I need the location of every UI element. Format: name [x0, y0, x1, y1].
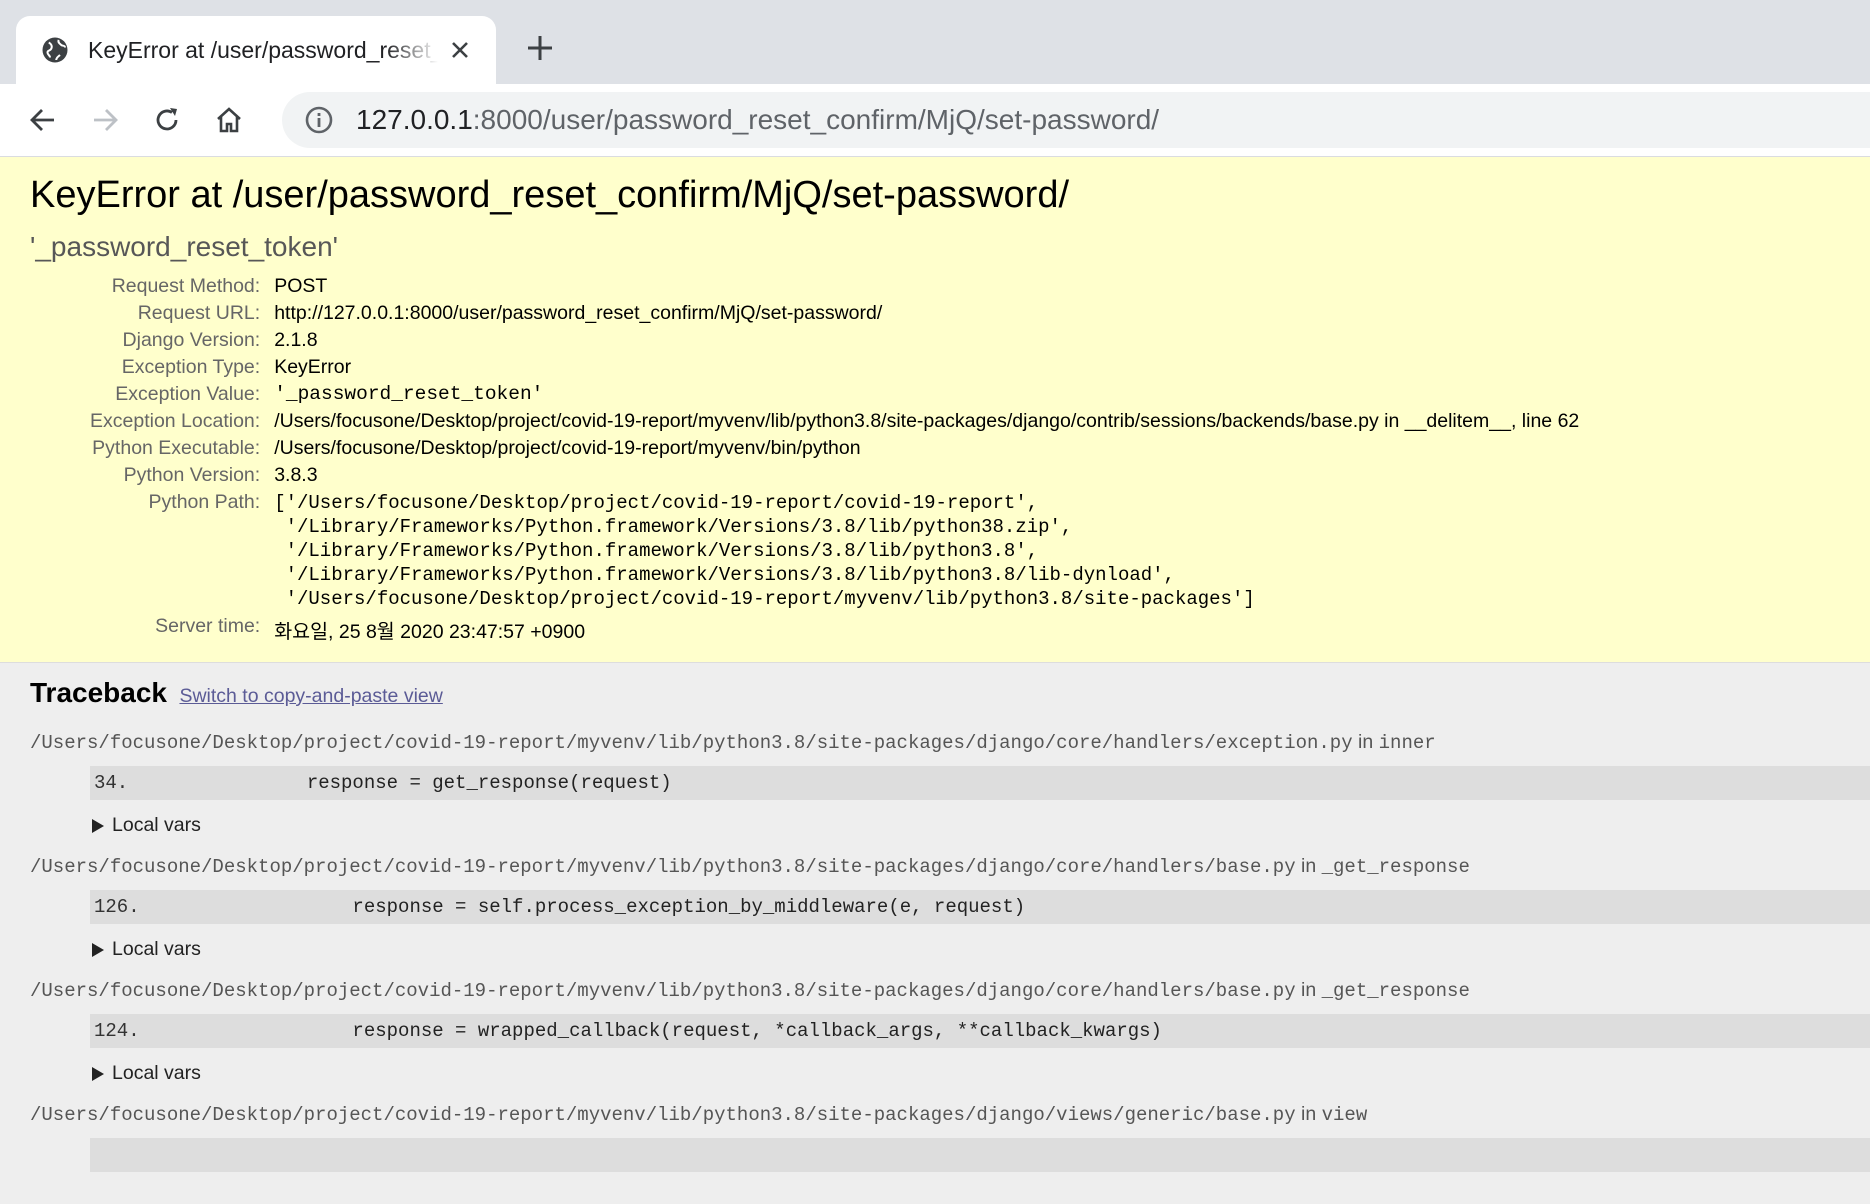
frame-file-path: /Users/focusone/Desktop/project/covid-19… [30, 856, 1296, 878]
meta-label: Python Executable: [92, 437, 261, 459]
switch-to-copy-paste-link[interactable]: Switch to copy-and-paste view [179, 685, 442, 707]
frame-function: _get_response [1321, 856, 1470, 878]
meta-value: ['/Users/focusone/Desktop/project/covid-… [274, 489, 1579, 613]
meta-value: POST [274, 275, 328, 297]
traceback-section: Traceback Switch to copy-and-paste view … [0, 663, 1870, 1204]
python-path-entry: ['/Users/focusone/Desktop/project/covid-… [274, 492, 1039, 514]
browser-toolbar: 127.0.0.1:8000/user/password_reset_confi… [0, 84, 1870, 157]
python-path-entry: '/Library/Frameworks/Python.framework/Ve… [274, 540, 1039, 562]
python-path-entry: '/Users/focusone/Desktop/project/covid-1… [274, 588, 1255, 610]
context-line[interactable]: 34. response = get_response(request) [90, 766, 1870, 800]
meta-label: Django Version: [122, 329, 261, 351]
meta-value: 2.1.8 [274, 329, 318, 351]
frame-list: /Users/focusone/Desktop/project/covid-19… [30, 731, 1870, 1172]
meta-row: Request URL: http://127.0.0.1:8000/user/p… [90, 300, 1579, 327]
python-path-entry: '/Library/Frameworks/Python.framework/Ve… [274, 516, 1073, 538]
meta-row: Exception Location: /Users/focusone/Deskt… [90, 408, 1579, 435]
browser-tab[interactable]: KeyError at /user/password_reset_confirm… [16, 16, 496, 84]
meta-label: Exception Location: [90, 410, 261, 432]
meta-row: Server time: 화요일, 25 8월 2020 23:47:57 +09… [90, 613, 1579, 646]
local-vars-toggle[interactable]: Local vars [92, 1062, 1840, 1085]
frame-file-path: /Users/focusone/Desktop/project/covid-19… [30, 732, 1353, 754]
meta-value: /Users/focusone/Desktop/project/covid-19… [274, 437, 861, 459]
frame-in-word: in [1352, 731, 1379, 753]
meta-row: Python Executable: /Users/focusone/Deskto… [90, 435, 1579, 462]
meta-row: Exception Type: KeyError [90, 354, 1579, 381]
context-line[interactable] [90, 1138, 1870, 1172]
info-icon[interactable] [304, 105, 334, 135]
code-text: response = get_response(request) [170, 772, 672, 794]
url-host: 127.0.0.1 [356, 104, 473, 135]
frame-location: /Users/focusone/Desktop/project/covid-19… [30, 855, 1840, 878]
frame-function: inner [1378, 732, 1436, 754]
exception-value-heading: '_password_reset_token' [30, 231, 338, 262]
meta-row: Django Version: 2.1.8 [90, 327, 1579, 354]
new-tab-icon[interactable] [524, 32, 556, 64]
code-text: response = wrapped_callback(request, *ca… [170, 1020, 1162, 1042]
line-number: 124. [94, 1020, 140, 1042]
local-vars-toggle[interactable]: Local vars [92, 938, 1840, 961]
back-icon[interactable] [26, 103, 60, 137]
tab-title: KeyError at /user/password_reset_confirm… [88, 36, 438, 63]
forward-icon[interactable] [88, 103, 122, 137]
frame-file-path: /Users/focusone/Desktop/project/covid-19… [30, 980, 1296, 1002]
local-vars-label: Local vars [112, 814, 201, 836]
frame-in-word: in [1295, 855, 1322, 877]
expand-triangle-icon [92, 1066, 104, 1081]
code-text: response = self.process_exception_by_mid… [170, 896, 1026, 918]
meta-value: http://127.0.0.1:8000/user/password_rese… [274, 302, 883, 324]
context-line[interactable]: 126. response = self.process_exception_b… [90, 890, 1870, 924]
local-vars-label: Local vars [112, 938, 201, 960]
home-icon[interactable] [212, 103, 246, 137]
reload-icon[interactable] [150, 103, 184, 137]
meta-label: Python Version: [123, 464, 261, 486]
meta-value: KeyError [274, 356, 352, 378]
url-text: 127.0.0.1:8000/user/password_reset_confi… [356, 104, 1159, 136]
traceback-frame: /Users/focusone/Desktop/project/covid-19… [30, 979, 1870, 1085]
address-bar[interactable]: 127.0.0.1:8000/user/password_reset_confi… [282, 92, 1870, 148]
traceback-frame: /Users/focusone/Desktop/project/covid-19… [30, 731, 1870, 837]
url-path: :8000/user/password_reset_confirm/MjQ/se… [472, 104, 1160, 135]
meta-value: 화요일, 25 8월 2020 23:47:57 +0900 [274, 621, 586, 643]
meta-label: Server time: [155, 615, 261, 637]
meta-label: Exception Type: [121, 356, 261, 378]
traceback-heading: Traceback [30, 677, 167, 708]
meta-value: 3.8.3 [274, 464, 318, 486]
expand-triangle-icon [92, 942, 104, 957]
meta-label: Exception Value: [115, 383, 261, 405]
meta-row: Python Path: ['/Users/focusone/Desktop/pr… [90, 489, 1579, 613]
meta-label: Python Path: [148, 491, 261, 513]
frame-location: /Users/focusone/Desktop/project/covid-19… [30, 1103, 1840, 1126]
meta-row: Exception Value: '_password_reset_token' [90, 381, 1579, 408]
meta-row: Python Version: 3.8.3 [90, 462, 1579, 489]
frame-function: _get_response [1321, 980, 1470, 1002]
line-number: 126. [94, 896, 140, 918]
frame-location: /Users/focusone/Desktop/project/covid-19… [30, 979, 1840, 1002]
context-line[interactable]: 124. response = wrapped_callback(request… [90, 1014, 1870, 1048]
frame-in-word: in [1295, 979, 1322, 1001]
frame-file-path: /Users/focusone/Desktop/project/covid-19… [30, 1104, 1296, 1126]
meta-label: Request URL: [137, 302, 261, 324]
local-vars-toggle[interactable]: Local vars [92, 814, 1840, 837]
meta-row: Request Method: POST [90, 273, 1579, 300]
frame-location: /Users/focusone/Desktop/project/covid-19… [30, 731, 1840, 754]
request-meta-table: Request Method: POST Request URL: http://12… [90, 273, 1579, 646]
page-title: KeyError at /user/password_reset_confirm… [30, 174, 1070, 216]
line-number: 34. [94, 772, 129, 794]
python-path-list: ['/Users/focusone/Desktop/project/covid-… [274, 491, 1579, 611]
traceback-frame: /Users/focusone/Desktop/project/covid-19… [30, 855, 1870, 961]
error-summary: KeyError at /user/password_reset_confirm… [0, 157, 1870, 663]
traceback-frame: /Users/focusone/Desktop/project/covid-19… [30, 1103, 1870, 1172]
globe-icon [42, 37, 68, 63]
meta-value: '_password_reset_token' [274, 383, 544, 405]
python-path-entry: '/Library/Frameworks/Python.framework/Ve… [274, 564, 1175, 586]
frame-in-word: in [1295, 1103, 1322, 1125]
close-tab-icon[interactable] [446, 36, 474, 64]
meta-label: Request Method: [111, 275, 261, 297]
frame-function: view [1321, 1104, 1368, 1126]
tab-strip: KeyError at /user/password_reset_confirm… [0, 0, 1870, 84]
meta-value: /Users/focusone/Desktop/project/covid-19… [274, 410, 1580, 432]
local-vars-label: Local vars [112, 1062, 201, 1084]
expand-triangle-icon [92, 818, 104, 833]
